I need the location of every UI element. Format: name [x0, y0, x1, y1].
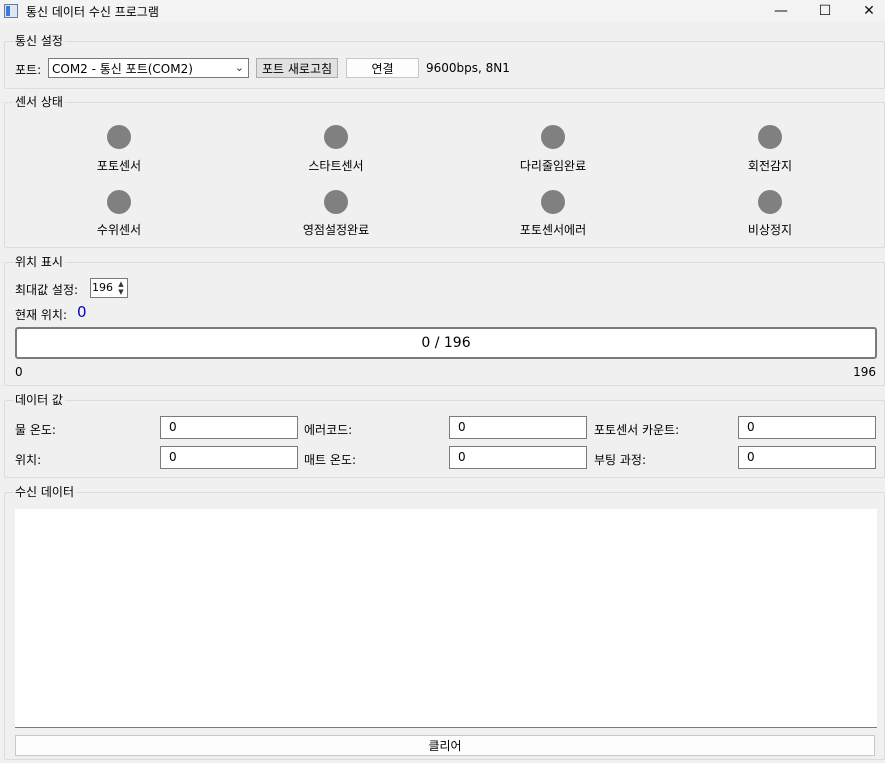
position-group: 위치 표시 최대값 설정: 196 ▲ ▼ 현재 위치: 0 0 / 196 0 …	[4, 254, 885, 386]
port-label: 포트:	[15, 63, 42, 77]
data-values-title: 데이터 값	[13, 392, 65, 408]
error-code-field[interactable]: 0	[449, 416, 587, 439]
minimize-button[interactable]: —	[761, 0, 801, 22]
sensor-label: 영점설정완료	[302, 223, 370, 237]
chevron-down-icon[interactable]: ⌄	[235, 61, 244, 74]
boot-process-field[interactable]: 0	[738, 446, 876, 469]
connect-button[interactable]: 연결	[346, 58, 419, 78]
sensor-indicator-icon	[107, 125, 131, 149]
received-data-textarea[interactable]	[15, 509, 877, 728]
max-value-spinner-value: 196	[92, 281, 113, 294]
refresh-ports-button[interactable]: 포트 새로고침	[256, 58, 338, 78]
sensor-indicator-icon	[758, 190, 782, 214]
progress-text: 0 / 196	[421, 335, 471, 351]
progress-max-label: 196	[853, 365, 876, 379]
comm-settings-title: 통신 설정	[13, 33, 65, 49]
position-label: 위치:	[15, 453, 42, 467]
sensor-indicator-icon	[758, 125, 782, 149]
data-values-group: 데이터 값 물 온도: 0 에러코드: 0 포토센서 카운트: 0 위치: 0 …	[4, 392, 885, 478]
max-value-spinner[interactable]: 196 ▲ ▼	[90, 278, 128, 298]
mat-temp-field[interactable]: 0	[449, 446, 587, 469]
sensor-label: 다리줄임완료	[519, 159, 587, 173]
position-title: 위치 표시	[13, 254, 65, 270]
title-bar: 통신 데이터 수신 프로그램 — ☐ ✕	[0, 0, 885, 22]
sensor-status-group: 센서 상태 포토센서 스타트센서 다리줄임완료 회전감지수위센서 영점설정완료 포토센서에…	[4, 94, 885, 248]
port-select[interactable]: COM2 - 통신 포트(COM2) ⌄	[48, 58, 249, 78]
sensor-label: 비상정지	[747, 223, 793, 237]
current-position-label: 현재 위치:	[15, 308, 68, 322]
sensor-indicator-icon	[324, 125, 348, 149]
sensor-label: 스타트센서	[308, 159, 364, 173]
port-select-value: COM2 - 통신 포트(COM2)	[52, 61, 193, 76]
window-title: 통신 데이터 수신 프로그램	[26, 4, 159, 19]
comm-settings-group: 통신 설정 포트: COM2 - 통신 포트(COM2) ⌄ 포트 새로고침 연…	[4, 33, 885, 89]
serial-settings-text: 9600bps, 8N1	[426, 61, 510, 75]
sensor-label: 포토센서에러	[519, 223, 587, 237]
water-temp-label: 물 온도:	[15, 423, 56, 437]
sensor-label: 수위센서	[96, 223, 142, 237]
max-value-label: 최대값 설정:	[15, 283, 79, 297]
mat-temp-label: 매트 온도:	[304, 453, 357, 467]
water-temp-field[interactable]: 0	[160, 416, 298, 439]
sensor-indicator-icon	[541, 125, 565, 149]
position-field[interactable]: 0	[160, 446, 298, 469]
maximize-button[interactable]: ☐	[805, 0, 845, 22]
received-data-title: 수신 데이터	[13, 484, 77, 500]
sensor-status-title: 센서 상태	[13, 94, 65, 110]
sensor-indicator-icon	[541, 190, 565, 214]
spinner-arrows-icon[interactable]: ▲ ▼	[116, 280, 126, 296]
sensor-indicator-icon	[324, 190, 348, 214]
sensor-indicator-icon	[107, 190, 131, 214]
current-position-value: 0	[77, 303, 87, 321]
position-progress-bar: 0 / 196	[15, 327, 877, 359]
photo-sensor-count-label: 포토센서 카운트:	[594, 423, 680, 437]
sensor-label: 회전감지	[747, 159, 793, 173]
close-button[interactable]: ✕	[849, 0, 885, 22]
boot-process-label: 부팅 과정:	[594, 453, 647, 467]
received-data-group: 수신 데이터 클리어	[4, 484, 885, 760]
clear-button[interactable]: 클리어	[15, 735, 875, 756]
error-code-label: 에러코드:	[304, 423, 353, 437]
app-window-icon	[4, 4, 18, 18]
sensor-label: 포토센서	[96, 159, 142, 173]
progress-min-label: 0	[15, 365, 23, 379]
photo-sensor-count-field[interactable]: 0	[738, 416, 876, 439]
